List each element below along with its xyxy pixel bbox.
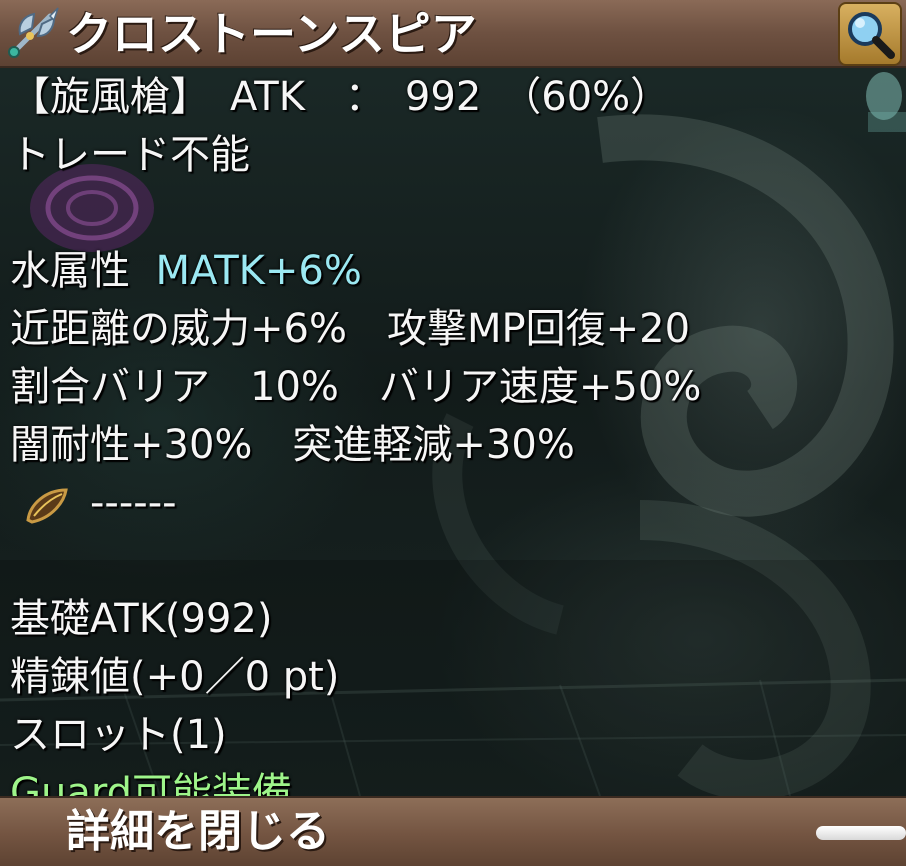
item-type-line: 【旋風槍】 ATK ： 992 （60%） <box>10 74 671 120</box>
stat-line: 近距離の威力+6% 攻撃MP回復+20 <box>10 306 691 352</box>
element-line: 水属性 MATK+6% <box>10 242 896 300</box>
card-slot-icon <box>26 488 68 524</box>
stat-line: 闇耐性+30% 突進軽減+30% <box>10 422 575 468</box>
element-label: 水属性 <box>10 248 130 294</box>
item-details: 【旋風槍】 ATK ： 992 （60%） トレード不能 水属性 MATK+6%… <box>10 68 896 822</box>
base-atk: 基礎ATK(992) <box>10 596 273 642</box>
magnifier-icon <box>848 12 895 59</box>
card-slot-empty: ------ <box>90 480 177 526</box>
element-bonus: MATK+6% <box>155 248 362 294</box>
close-details-label: 詳細を閉じる <box>66 806 330 857</box>
item-detail-screen: クロストーンスピア 【旋風槍】 ATK ： 992 （60%） トレード不能 水… <box>0 0 906 866</box>
close-details-button[interactable]: 詳細を閉じる <box>0 796 906 866</box>
card-slot-row: ------ <box>10 474 896 532</box>
trade-status: トレード不能 <box>10 132 250 178</box>
refine-value: 精錬値(+0／0 pt) <box>10 654 340 700</box>
scroll-indicator[interactable] <box>816 826 906 840</box>
magnifier-button[interactable] <box>838 2 902 66</box>
stat-line: 割合バリア 10% バリア速度+50% <box>10 364 702 410</box>
item-title: クロストーンスピア <box>66 7 477 61</box>
spear-axe-icon <box>8 7 59 58</box>
slot-count: スロット(1) <box>10 712 227 758</box>
title-bar: クロストーンスピア <box>0 0 906 68</box>
